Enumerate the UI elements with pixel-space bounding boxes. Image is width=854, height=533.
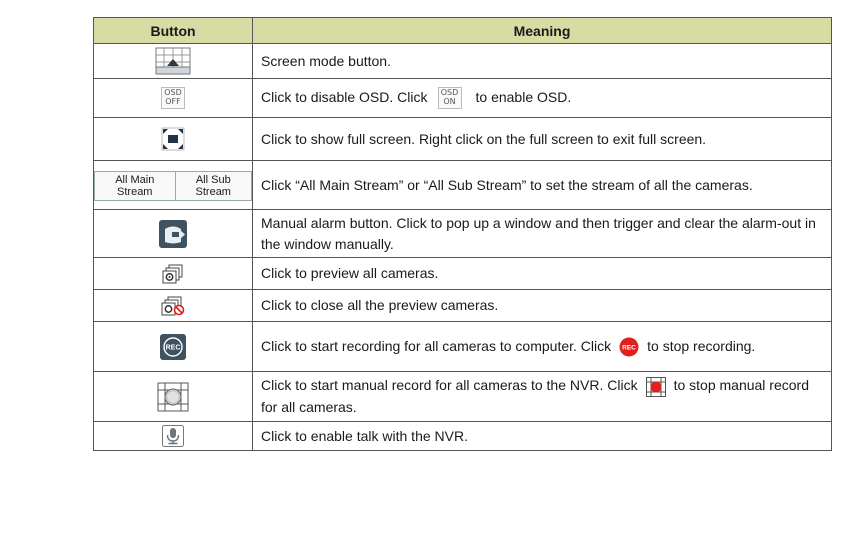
meaning-cell: Click to enable talk with the NVR. bbox=[252, 421, 832, 451]
meaning-cell: Click to show full screen. Right click o… bbox=[252, 117, 832, 161]
rec-stop-icon[interactable]: REC bbox=[619, 337, 639, 357]
meaning-cell: Click to preview all cameras. bbox=[252, 257, 832, 290]
header-meaning: Meaning bbox=[252, 17, 832, 44]
preview-all-icon[interactable] bbox=[162, 264, 184, 284]
meaning-cell: Manual alarm button. Click to pop up a w… bbox=[252, 209, 832, 258]
rec-icon[interactable]: REC bbox=[160, 333, 186, 360]
meaning-cell: Click to start recording for all cameras… bbox=[252, 321, 832, 372]
button-cell bbox=[93, 209, 253, 258]
table-row: Screen mode button. bbox=[93, 43, 832, 79]
button-cell: All Main Stream All Sub Stream bbox=[93, 160, 253, 210]
meaning-cell: Click to disable OSD. Click OSD ON to enabl… bbox=[252, 78, 832, 118]
osd-off-icon[interactable]: OSD OFF bbox=[161, 87, 185, 109]
table-row: Click to start manual record for all cam… bbox=[93, 371, 832, 422]
button-cell bbox=[93, 43, 253, 79]
button-cell bbox=[93, 421, 253, 451]
button-cell bbox=[93, 289, 253, 322]
table-row: Manual alarm button. Click to pop up a w… bbox=[93, 209, 832, 258]
screen-mode-icon[interactable] bbox=[155, 47, 191, 75]
svg-text:REC: REC bbox=[622, 345, 636, 352]
meaning-cell: Click “All Main Stream” or “All Sub Stre… bbox=[252, 160, 832, 210]
meaning-cell: Click to close all the preview cameras. bbox=[252, 289, 832, 322]
table-row: OSD OFF Click to disable OSD. Click OSD ON t… bbox=[93, 78, 832, 118]
stream-buttons: All Main Stream All Sub Stream bbox=[94, 170, 252, 201]
table-row: Click to preview all cameras. bbox=[93, 257, 832, 290]
meaning-cell: Screen mode button. bbox=[252, 43, 832, 79]
manual-record-stop-icon[interactable] bbox=[645, 376, 666, 397]
meaning-cell: Click to start manual record for all cam… bbox=[252, 371, 832, 422]
fullscreen-icon[interactable] bbox=[161, 127, 185, 151]
button-meaning-table: Button Meaning Screen mode button. OSD O… bbox=[93, 17, 832, 451]
close-preview-icon[interactable] bbox=[161, 296, 185, 316]
button-cell: REC bbox=[93, 321, 253, 372]
table-row: Click to show full screen. Right click o… bbox=[93, 117, 832, 161]
table-header-row: Button Meaning bbox=[93, 17, 832, 44]
button-cell bbox=[93, 257, 253, 290]
button-cell: OSD OFF bbox=[93, 78, 253, 118]
talk-icon[interactable] bbox=[162, 425, 184, 447]
manual-record-icon[interactable] bbox=[157, 382, 189, 412]
table-row: Click to enable talk with the NVR. bbox=[93, 421, 832, 451]
all-main-stream-button[interactable]: All Main Stream bbox=[95, 171, 175, 200]
button-cell bbox=[93, 371, 253, 422]
header-button: Button bbox=[93, 17, 253, 44]
svg-text:REC: REC bbox=[166, 344, 181, 351]
table-row: Click to close all the preview cameras. bbox=[93, 289, 832, 322]
osd-on-icon[interactable]: OSD ON bbox=[437, 87, 462, 110]
manual-alarm-icon[interactable] bbox=[159, 219, 187, 248]
table-row: REC Click to start recording for all cam… bbox=[93, 321, 832, 372]
button-cell bbox=[93, 117, 253, 161]
all-sub-stream-button[interactable]: All Sub Stream bbox=[174, 171, 251, 200]
table-row: All Main Stream All Sub Stream Click “All… bbox=[93, 160, 832, 210]
